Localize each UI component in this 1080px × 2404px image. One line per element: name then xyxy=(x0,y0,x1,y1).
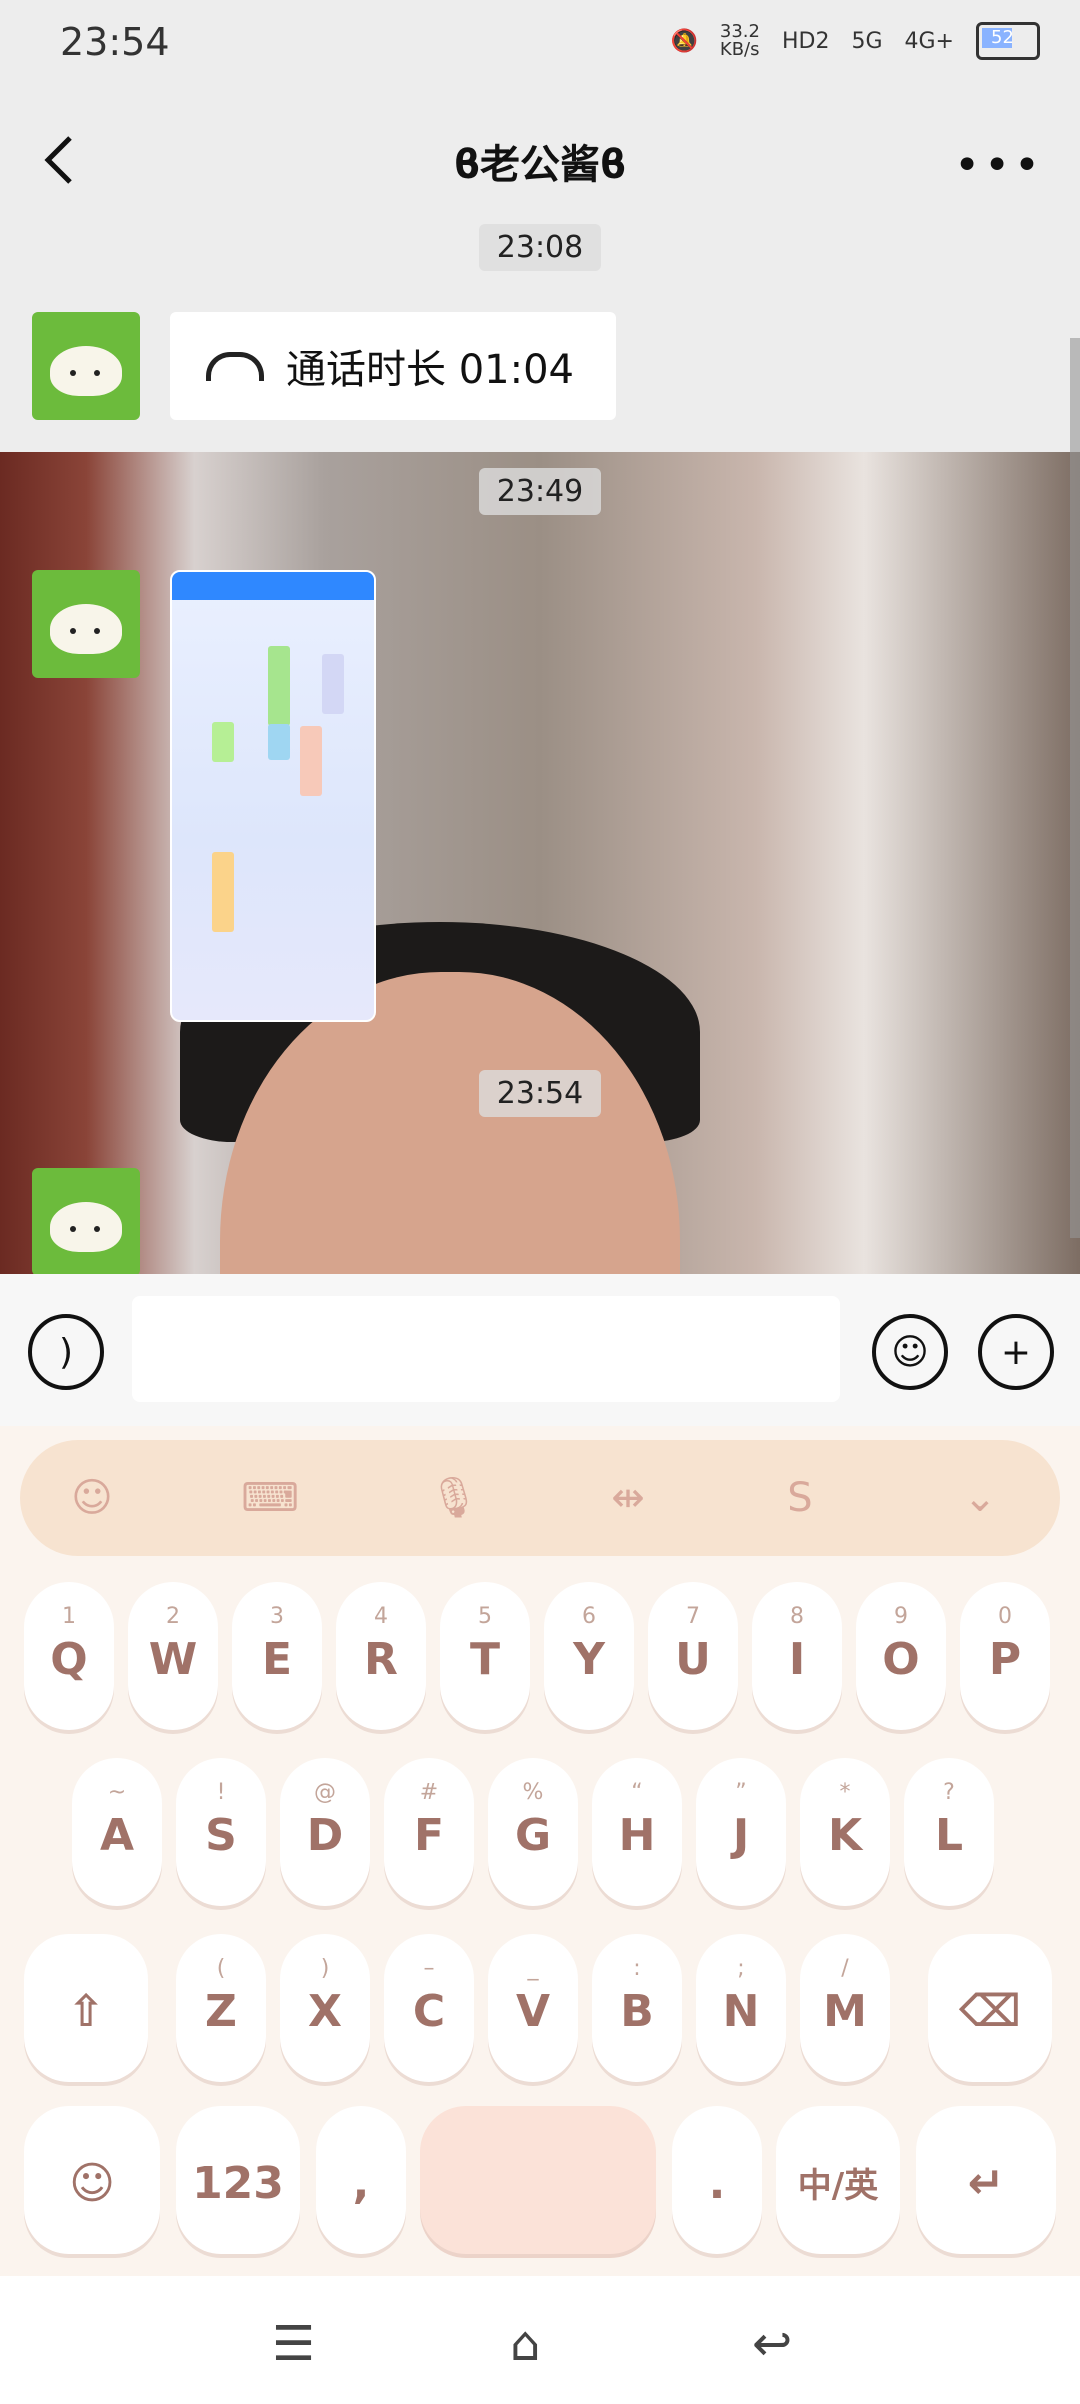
microphone-icon[interactable]: 🎙 xyxy=(424,1468,484,1528)
key-c[interactable]: – C xyxy=(384,1934,474,2082)
key-i[interactable]: 8I xyxy=(752,1582,842,1730)
key-u[interactable]: 7U xyxy=(648,1582,738,1730)
key-l[interactable]: ? L xyxy=(904,1758,994,1906)
key-b[interactable]: :B xyxy=(592,1934,682,2082)
chat-area[interactable]: 23:08 通话时长 01:04 23:49 23:54 xyxy=(0,224,1080,1274)
sticker-icon: ☺ xyxy=(69,2158,115,2209)
key-f[interactable]: # F xyxy=(384,1758,474,1906)
thumb-card xyxy=(268,646,290,726)
call-record-bubble[interactable]: 通话时长 01:04 xyxy=(170,312,616,420)
scrollbar[interactable] xyxy=(1070,338,1080,1238)
timestamp: 23:54 xyxy=(0,1070,1080,1117)
battery-level: 52 xyxy=(991,27,1014,48)
language-switch-key[interactable]: 中/英 xyxy=(776,2106,900,2254)
thumb-card xyxy=(300,726,322,796)
shift-arrow-icon: ⇧ xyxy=(67,1986,105,2037)
thumb-card xyxy=(212,722,234,762)
shift-key[interactable]: ⇧ xyxy=(24,1934,148,2082)
sogou-logo-icon[interactable]: S xyxy=(770,1468,830,1528)
5g-signal-icon: 5G xyxy=(851,28,883,54)
image-message-thumbnail[interactable] xyxy=(170,570,376,1022)
delete-icon: ⌫ xyxy=(958,1986,1022,2037)
status-bar: 23:54 🔕 33.2 KB/s HD2 5G 4G+ 52 xyxy=(0,0,1080,96)
thumb-statusbar xyxy=(172,572,374,600)
key-s[interactable]: ! S xyxy=(176,1758,266,1906)
timestamp: 23:08 xyxy=(0,224,1080,271)
chat-header: ϐ老公酱ϐ ••• xyxy=(0,96,1080,224)
key-q[interactable]: 1Q xyxy=(24,1582,114,1730)
enter-key[interactable]: ↵ xyxy=(916,2106,1056,2254)
key-t[interactable]: 5T xyxy=(440,1582,530,1730)
key-x[interactable]: ) X xyxy=(280,1934,370,2082)
emoji-face-icon[interactable]: ☺ xyxy=(62,1468,122,1528)
key-e[interactable]: 3E xyxy=(232,1582,322,1730)
key-a[interactable]: ~ A xyxy=(72,1758,162,1906)
emoji-sticker-key[interactable]: ☺ xyxy=(24,2106,160,2254)
key-r[interactable]: 4R xyxy=(336,1582,426,1730)
space-key[interactable] xyxy=(420,2106,656,2254)
chat-title: ϐ老公酱ϐ xyxy=(453,142,627,188)
status-time: 23:54 xyxy=(60,20,170,64)
phone-hangup-icon xyxy=(206,351,264,381)
key-h[interactable]: “H xyxy=(592,1758,682,1906)
keyboard-toolbar: ☺ ⌨ 🎙 ⇹ S ⌄ xyxy=(20,1440,1060,1556)
key-o[interactable]: 9O xyxy=(856,1582,946,1730)
key-j[interactable]: ” J xyxy=(696,1758,786,1906)
key-g[interactable]: % G xyxy=(488,1758,578,1906)
key-z[interactable]: (Z xyxy=(176,1934,266,2082)
key-m[interactable]: / M xyxy=(800,1934,890,2082)
plus-icon[interactable]: + xyxy=(978,1314,1054,1390)
key-d[interactable]: @ D xyxy=(280,1758,370,1906)
key-y[interactable]: 6Y xyxy=(544,1582,634,1730)
delete-key[interactable]: ⌫ xyxy=(928,1934,1052,2082)
more-icon[interactable]: ••• xyxy=(954,140,1044,191)
mute-icon: 🔕 xyxy=(670,28,698,54)
keyboard-layout-icon[interactable]: ⌨ xyxy=(240,1468,300,1528)
timestamp: 23:49 xyxy=(0,468,1080,515)
avatar[interactable] xyxy=(32,570,140,678)
voice-input-icon[interactable]: ) xyxy=(28,1314,104,1390)
battery-icon: 52 xyxy=(976,22,1040,60)
keyboard: ☺ ⌨ 🎙 ⇹ S ⌄ 1Q 2W 3E 4R 5T 6Y 7U 8I 9O 0… xyxy=(0,1426,1080,2276)
key-p[interactable]: 0P xyxy=(960,1582,1050,1730)
period-key[interactable]: . xyxy=(672,2106,762,2254)
home-icon[interactable]: ⌂ xyxy=(510,2316,540,2372)
thumb-card xyxy=(268,724,290,760)
4g-signal-icon: 4G+ xyxy=(904,28,954,54)
thumb-card xyxy=(212,852,234,932)
avatar[interactable] xyxy=(32,312,140,420)
status-icons: 🔕 33.2 KB/s HD2 5G 4G+ 52 xyxy=(670,21,1040,60)
net-speed: 33.2 KB/s xyxy=(719,21,760,60)
comma-key[interactable]: , xyxy=(316,2106,406,2254)
key-k[interactable]: * K xyxy=(800,1758,890,1906)
key-w[interactable]: 2W xyxy=(128,1582,218,1730)
emoji-icon[interactable]: ☺ xyxy=(872,1314,948,1390)
hd-icon: HD2 xyxy=(781,28,830,54)
key-n[interactable]: ; N xyxy=(696,1934,786,2082)
numbers-key[interactable]: 123 xyxy=(176,2106,300,2254)
enter-icon: ↵ xyxy=(967,2158,1005,2209)
video-call-background xyxy=(0,452,1080,1274)
thumb-card xyxy=(322,654,344,714)
call-duration: 通话时长 01:04 xyxy=(286,347,574,393)
cursor-move-icon[interactable]: ⇹ xyxy=(598,1468,658,1528)
back-icon[interactable]: ↩ xyxy=(752,2316,792,2372)
menu-icon[interactable]: ☰ xyxy=(272,2316,315,2372)
avatar[interactable] xyxy=(32,1168,140,1274)
key-v[interactable]: _ V xyxy=(488,1934,578,2082)
input-bar: ) ☺ + xyxy=(0,1274,1080,1426)
collapse-keyboard-icon[interactable]: ⌄ xyxy=(950,1468,1010,1528)
message-input[interactable] xyxy=(132,1296,840,1402)
system-nav-bar: ☰ ⌂ ↩ xyxy=(0,2276,1080,2404)
